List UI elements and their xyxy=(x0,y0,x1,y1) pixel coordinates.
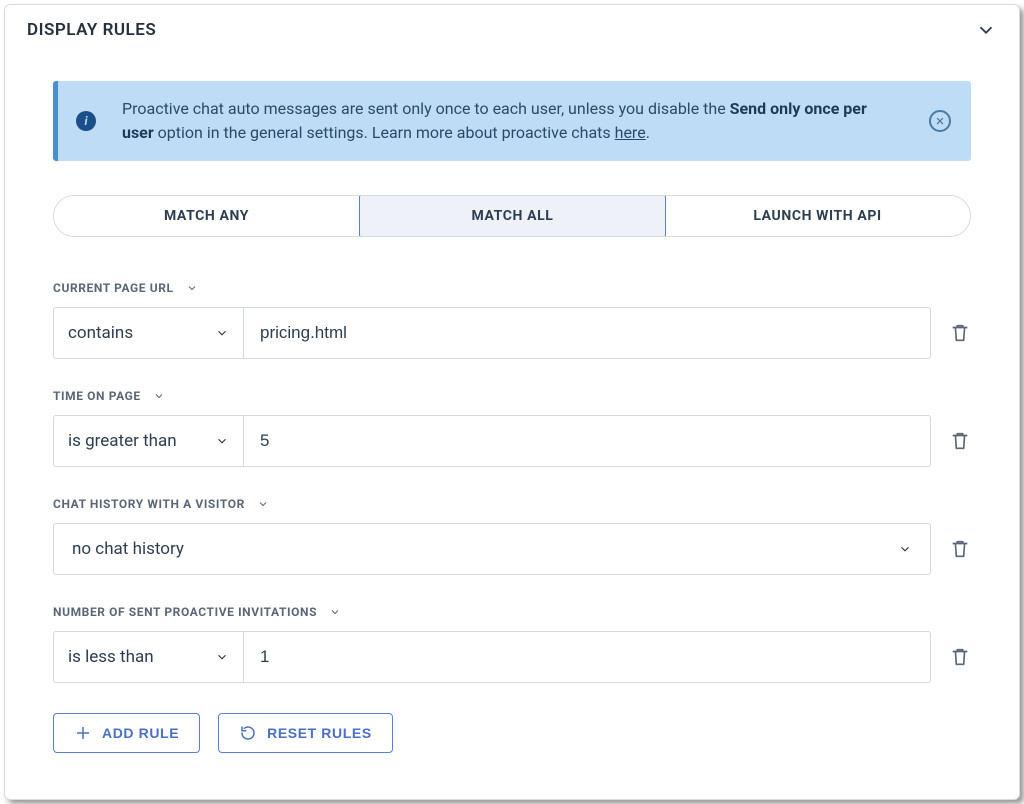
delete-rule-button[interactable] xyxy=(949,430,971,452)
chevron-down-icon xyxy=(257,498,269,510)
rule-label: TIME ON PAGE xyxy=(53,389,141,403)
rule-value-input[interactable] xyxy=(244,308,930,358)
rule-current-page-url: CURRENT PAGE URL contains xyxy=(53,281,971,359)
banner-learn-more-link[interactable]: here xyxy=(615,123,646,142)
delete-rule-button[interactable] xyxy=(949,538,971,560)
match-mode-tabs: MATCH ANY MATCH ALL LAUNCH WITH API xyxy=(53,195,971,237)
panel-header: DISPLAY RULES xyxy=(5,5,1019,51)
info-banner: i Proactive chat auto messages are sent … xyxy=(53,81,971,161)
reset-rules-button[interactable]: RESET RULES xyxy=(218,713,393,753)
close-icon xyxy=(935,116,945,126)
rule-row: no chat history xyxy=(53,523,971,575)
info-icon: i xyxy=(76,111,96,131)
condition-value: is less than xyxy=(68,647,154,667)
banner-text-c: . xyxy=(646,123,650,142)
rule-value-input[interactable] xyxy=(244,416,930,466)
delete-rule-button[interactable] xyxy=(949,646,971,668)
chevron-down-icon xyxy=(215,434,229,448)
condition-select[interactable]: contains xyxy=(54,308,244,358)
add-rule-label: ADD RULE xyxy=(102,725,179,741)
tab-match-any[interactable]: MATCH ANY xyxy=(54,196,360,236)
chevron-down-icon xyxy=(329,606,341,618)
rule-label-row[interactable]: CURRENT PAGE URL xyxy=(53,281,971,295)
display-rules-panel: DISPLAY RULES i Proactive chat auto mess… xyxy=(4,4,1020,800)
close-banner-button[interactable] xyxy=(929,110,951,132)
rule-field-group: is less than xyxy=(53,631,931,683)
select-value: no chat history xyxy=(72,539,184,559)
footer-buttons: ADD RULE RESET RULES xyxy=(53,713,971,753)
tab-match-all[interactable]: MATCH ALL xyxy=(359,195,666,237)
rule-field-group: is greater than xyxy=(53,415,931,467)
delete-rule-button[interactable] xyxy=(949,322,971,344)
rule-chat-history: CHAT HISTORY WITH A VISITOR no chat hist… xyxy=(53,497,971,575)
rule-row: is greater than xyxy=(53,415,971,467)
rule-row: is less than xyxy=(53,631,971,683)
rule-label-row[interactable]: TIME ON PAGE xyxy=(53,389,971,403)
rule-row: contains xyxy=(53,307,971,359)
collapse-panel-icon[interactable] xyxy=(975,19,997,41)
banner-text-a: Proactive chat auto messages are sent on… xyxy=(122,99,730,118)
rule-label: CHAT HISTORY WITH A VISITOR xyxy=(53,497,245,511)
info-banner-text: Proactive chat auto messages are sent on… xyxy=(122,97,882,145)
panel-body: i Proactive chat auto messages are sent … xyxy=(5,51,1019,781)
rule-proactive-invitations: NUMBER OF SENT PROACTIVE INVITATIONS is … xyxy=(53,605,971,683)
rule-time-on-page: TIME ON PAGE is greater than xyxy=(53,389,971,467)
condition-select[interactable]: is greater than xyxy=(54,416,244,466)
rule-label-row[interactable]: NUMBER OF SENT PROACTIVE INVITATIONS xyxy=(53,605,971,619)
panel-title: DISPLAY RULES xyxy=(27,20,156,40)
chevron-down-icon xyxy=(186,282,198,294)
plus-icon xyxy=(74,724,92,742)
rule-label: CURRENT PAGE URL xyxy=(53,281,174,295)
chevron-down-icon xyxy=(215,650,229,664)
chevron-down-icon xyxy=(898,542,912,556)
condition-value: is greater than xyxy=(68,431,177,451)
tab-launch-with-api[interactable]: LAUNCH WITH API xyxy=(665,196,970,236)
rule-label: NUMBER OF SENT PROACTIVE INVITATIONS xyxy=(53,605,317,619)
reset-rules-label: RESET RULES xyxy=(267,725,372,741)
add-rule-button[interactable]: ADD RULE xyxy=(53,713,200,753)
rule-value-input[interactable] xyxy=(244,632,930,682)
reset-icon xyxy=(239,724,257,742)
rule-label-row[interactable]: CHAT HISTORY WITH A VISITOR xyxy=(53,497,971,511)
chat-history-select[interactable]: no chat history xyxy=(53,523,931,575)
rule-field-group: contains xyxy=(53,307,931,359)
chevron-down-icon xyxy=(153,390,165,402)
condition-select[interactable]: is less than xyxy=(54,632,244,682)
condition-value: contains xyxy=(68,323,133,343)
banner-text-b: option in the general settings. Learn mo… xyxy=(154,123,615,142)
chevron-down-icon xyxy=(215,326,229,340)
